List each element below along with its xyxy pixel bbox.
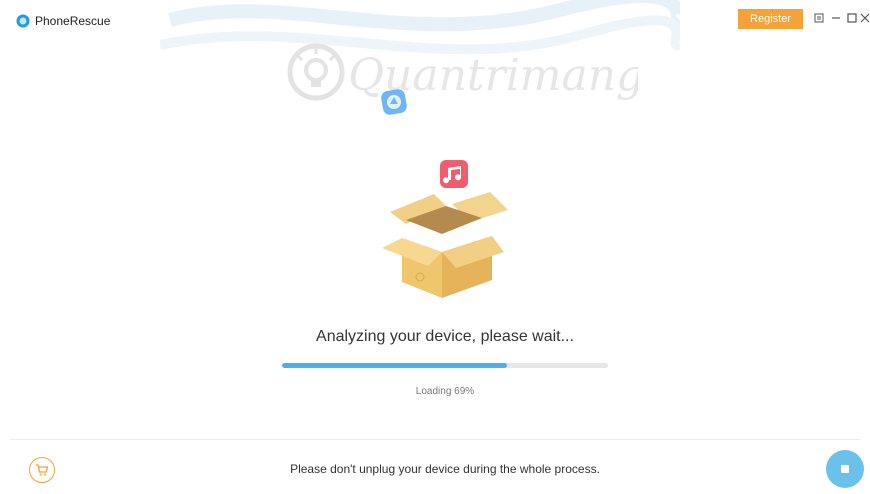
- phonerescue-logo-icon: [16, 14, 30, 28]
- music-icon: [440, 160, 468, 188]
- progress-fill: [282, 363, 507, 368]
- footer-message: Please don't unplug your device during t…: [290, 462, 600, 476]
- footer-divider: [10, 439, 860, 440]
- register-button[interactable]: Register: [738, 9, 803, 29]
- quantrimang-watermark: Quantrimang: [287, 43, 638, 101]
- status-message: Analyzing your device, please wait...: [316, 328, 574, 345]
- app-store-icon: [381, 89, 407, 115]
- progress-bar: [282, 363, 608, 368]
- minimize-icon[interactable]: [829, 11, 843, 25]
- maximize-icon[interactable]: [845, 11, 859, 25]
- open-box-illustration: [382, 160, 508, 298]
- stop-icon: [841, 465, 849, 473]
- loading-label: Loading 69%: [415, 386, 475, 397]
- close-icon[interactable]: [860, 11, 870, 25]
- menu-icon[interactable]: [812, 11, 826, 25]
- stop-button[interactable]: [826, 450, 864, 488]
- app-title: PhoneRescue: [35, 14, 111, 28]
